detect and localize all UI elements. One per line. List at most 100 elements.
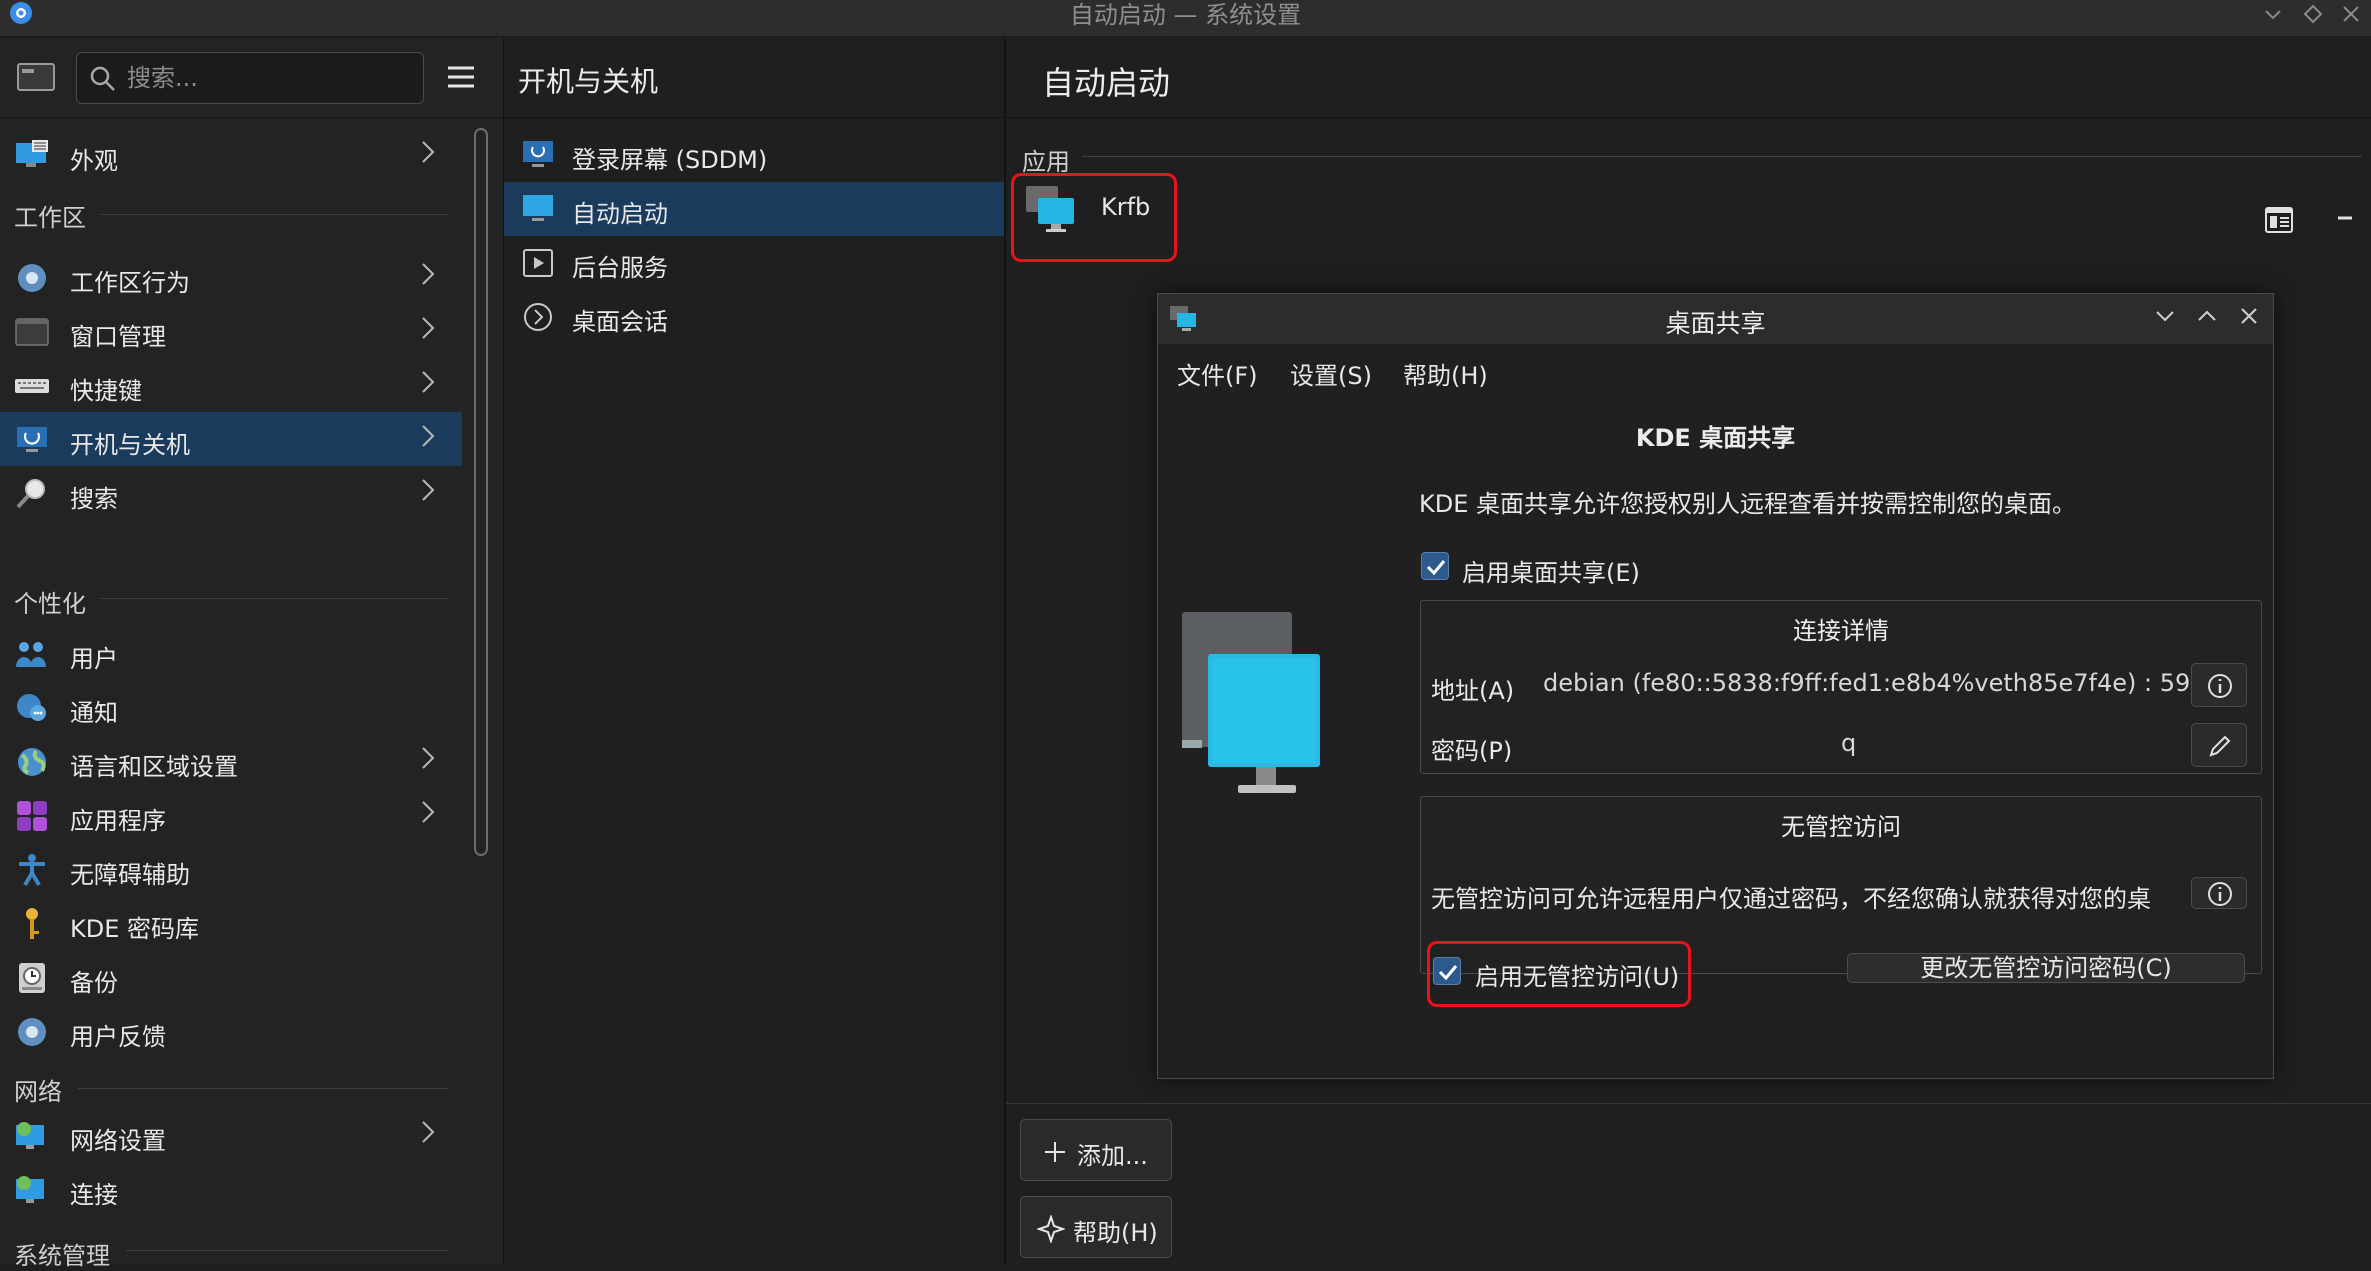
minimize-icon[interactable]: [2151, 304, 2179, 332]
sidebar-item-label: 通知: [70, 699, 118, 727]
sidebar-item-search[interactable]: 搜索: [0, 466, 462, 520]
info-icon: [2208, 882, 2232, 906]
sidebar-item-accessibility[interactable]: 无障碍辅助: [0, 842, 462, 896]
category-personalization: 个性化: [14, 590, 86, 618]
maximize-icon[interactable]: [2298, 0, 2328, 30]
login-screen-icon: [523, 141, 553, 167]
edit-password-button[interactable]: [2191, 723, 2247, 767]
maximize-icon[interactable]: [2193, 304, 2221, 332]
sidebar-item-applications[interactable]: 应用程序: [0, 788, 462, 842]
sidebar-scrollbar[interactable]: [474, 128, 488, 856]
dialog-heading: KDE 桌面共享: [1635, 424, 1796, 452]
sidebar-item-label: 快捷键: [70, 377, 142, 405]
sidebar-item-kwallet[interactable]: KDE 密码库: [0, 896, 462, 950]
chevron-right-icon: [420, 138, 440, 170]
unattended-description: 无管控访问可允许远程用户仅通过密码，不经您确认就获得对您的桌: [1431, 885, 2151, 913]
sidebar-item-feedback[interactable]: 用户反馈: [0, 1004, 462, 1058]
highlight-box: [1427, 941, 1691, 1007]
sidebar-item-connections[interactable]: 连接: [0, 1162, 462, 1216]
search-icon: [90, 66, 115, 91]
chevron-right-icon: [420, 744, 440, 776]
sidebar: 外观 工作区 工作区行为 窗口管理 快捷键 开机与关机: [0, 38, 504, 1270]
apps-icon: [17, 801, 47, 831]
category-admin: 系统管理: [14, 1242, 110, 1270]
autostart-icon: [523, 195, 553, 221]
connection-details-title: 连接详情: [1793, 617, 1889, 645]
connections-icon: [16, 1176, 44, 1203]
pencil-icon: [2209, 735, 2231, 757]
sidebar-item-users[interactable]: 用户: [0, 626, 462, 680]
sidebar-item-label: 外观: [70, 147, 118, 175]
password-label: 密码(P): [1431, 737, 1513, 765]
subcategory-title: 开机与关机: [518, 65, 659, 98]
close-icon[interactable]: [2336, 0, 2366, 30]
sidebar-item-label: 网络设置: [70, 1127, 166, 1155]
enable-sharing-label: 启用桌面共享(E): [1462, 559, 1640, 587]
dialog-titlebar: 桌面共享: [1158, 294, 2273, 344]
section-divider: [1082, 156, 2362, 157]
category-workspace: 工作区: [14, 204, 86, 232]
subcategory-label: 自动启动: [572, 200, 668, 228]
sidebar-item-window-management[interactable]: 窗口管理: [0, 304, 462, 358]
subcategory-item-desktop-session[interactable]: 桌面会话: [504, 290, 1005, 344]
home-icon[interactable]: [16, 60, 56, 94]
sidebar-item-label: 连接: [70, 1181, 118, 1209]
remove-icon[interactable]: [2328, 198, 2362, 238]
sidebar-item-notifications[interactable]: 通知: [0, 680, 462, 734]
hamburger-menu-icon[interactable]: [444, 62, 478, 92]
sidebar-item-network-settings[interactable]: 网络设置: [0, 1108, 462, 1162]
backup-icon: [19, 963, 45, 993]
menu-help[interactable]: 帮助(H): [1403, 356, 1488, 391]
sidebar-item-regional[interactable]: 语言和区域设置: [0, 734, 462, 788]
add-button-label: 添加...: [1077, 1142, 1148, 1170]
password-value: q: [1841, 729, 1857, 757]
sidebar-item-startup-shutdown[interactable]: 开机与关机: [0, 412, 462, 466]
sidebar-item-workspace-behavior[interactable]: 工作区行为: [0, 250, 462, 304]
help-button-label: 帮助(H): [1073, 1219, 1158, 1247]
magnifier-icon: [16, 479, 45, 509]
properties-icon[interactable]: [2264, 205, 2294, 235]
subcategory-item-autostart[interactable]: 自动启动: [504, 182, 1005, 236]
connection-details-group: 连接详情 地址(A) debian (fe80::5838:f9ff:fed1:…: [1420, 600, 2262, 774]
feedback-gear-icon: [18, 1018, 46, 1046]
sidebar-item-label: 应用程序: [70, 807, 166, 835]
sidebar-item-shortcuts[interactable]: 快捷键: [0, 358, 462, 412]
startup-icon: [17, 427, 47, 452]
sidebar-item-label: 用户反馈: [70, 1023, 166, 1051]
sidebar-item-appearance[interactable]: 外观: [0, 128, 462, 182]
enable-sharing-checkbox[interactable]: [1421, 552, 1449, 580]
main-header: 自动启动: [1006, 38, 2371, 118]
category-divider: [126, 1250, 448, 1251]
users-icon: [16, 642, 46, 667]
key-icon: [26, 908, 39, 939]
search-input[interactable]: [125, 59, 415, 97]
dialog-menubar: 文件(F) 设置(S) 帮助(H): [1158, 344, 2273, 398]
category-divider: [100, 214, 448, 215]
window-icon: [15, 318, 49, 346]
change-unattended-password-button[interactable]: 更改无管控访问密码(C): [1847, 953, 2245, 983]
sidebar-item-label: 开机与关机: [70, 431, 190, 459]
unattended-info-button[interactable]: [2191, 877, 2247, 909]
minimize-icon[interactable]: [2258, 0, 2288, 30]
address-info-button[interactable]: [2191, 663, 2247, 707]
chevron-right-icon: [420, 314, 440, 346]
address-value: debian (fe80::5838:f9ff:fed1:e8b4%veth85…: [1543, 669, 2221, 697]
accessibility-icon: [19, 854, 45, 887]
subcategory-label: 桌面会话: [572, 308, 668, 336]
close-icon[interactable]: [2235, 304, 2263, 332]
menu-settings[interactable]: 设置(S): [1290, 356, 1372, 391]
network-icon: [16, 1122, 44, 1149]
sidebar-item-label: 用户: [70, 645, 118, 673]
menu-file[interactable]: 文件(F): [1177, 356, 1258, 391]
subcategory-item-sddm[interactable]: 登录屏幕 (SDDM): [504, 128, 1005, 182]
sidebar-item-label: 无障碍辅助: [70, 861, 190, 889]
sidebar-item-backup[interactable]: 备份: [0, 950, 462, 1004]
plus-icon: [1045, 1142, 1065, 1162]
help-button[interactable]: 帮助(H): [1020, 1196, 1172, 1258]
subcategory-label: 后台服务: [572, 254, 668, 282]
search-field[interactable]: [76, 52, 424, 104]
add-button[interactable]: 添加...: [1020, 1119, 1172, 1181]
chevron-right-icon: [420, 422, 440, 454]
highlight-box: [1011, 173, 1177, 262]
subcategory-item-background-services[interactable]: 后台服务: [504, 236, 1005, 290]
